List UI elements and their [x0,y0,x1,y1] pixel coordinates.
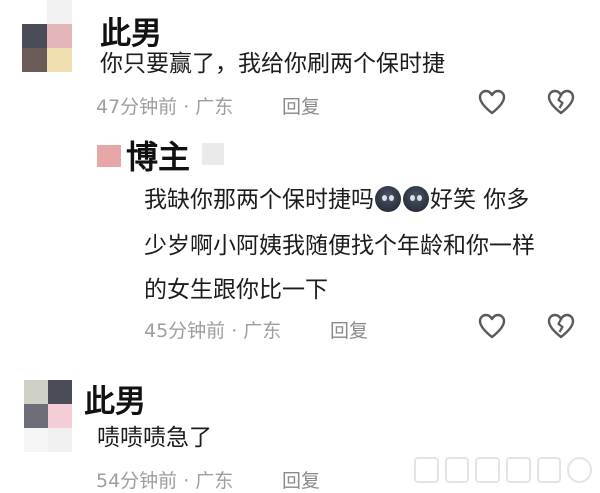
avatar[interactable] [24,380,72,452]
like-heart-icon[interactable] [478,89,506,115]
name-badge [202,143,224,165]
comment-meta: 47分钟前 · 广东 [96,92,233,119]
comment-text-line-2: 少岁啊小阿姨我随便找个年龄和你一样 [144,233,535,259]
comment-text: 啧啧啧急了 [97,425,212,451]
comment-text: 你只要赢了，我给你刷两个保时捷 [100,51,445,77]
avatar[interactable] [97,145,121,167]
timestamp: 54分钟前 [96,470,178,492]
separator: · [183,470,190,492]
text-segment: 好笑 你多 [430,187,530,213]
location: 广东 [243,320,282,342]
avatar[interactable] [22,0,72,72]
dark-face-emoji-icon [375,186,401,212]
dislike-broken-heart-icon[interactable] [547,313,575,339]
comment-text-line-1: 我缺你那两个保时捷吗 好笑 你多 [144,178,529,222]
reply-button[interactable]: 回复 [282,466,320,493]
username[interactable]: 博主 [126,132,190,178]
username[interactable]: 此男 [84,376,146,421]
reply-button[interactable]: 回复 [282,92,320,119]
location: 广东 [195,470,234,492]
comment-meta: 45分钟前 · 广东 [144,316,281,343]
text-segment: 我缺你那两个保时捷吗 [144,187,374,213]
dark-face-emoji-icon [403,186,429,212]
separator: · [231,320,238,342]
comment-text-line-3: 的女生跟你比一下 [144,277,328,303]
separator: · [183,96,190,118]
timestamp: 45分钟前 [144,320,226,342]
like-heart-icon[interactable] [478,313,506,339]
timestamp: 47分钟前 [96,96,178,118]
reply-button[interactable]: 回复 [330,316,368,343]
watermark-logo [414,456,593,484]
location: 广东 [195,96,234,118]
dislike-broken-heart-icon[interactable] [547,89,575,115]
comment-meta: 54分钟前 · 广东 [96,466,233,493]
